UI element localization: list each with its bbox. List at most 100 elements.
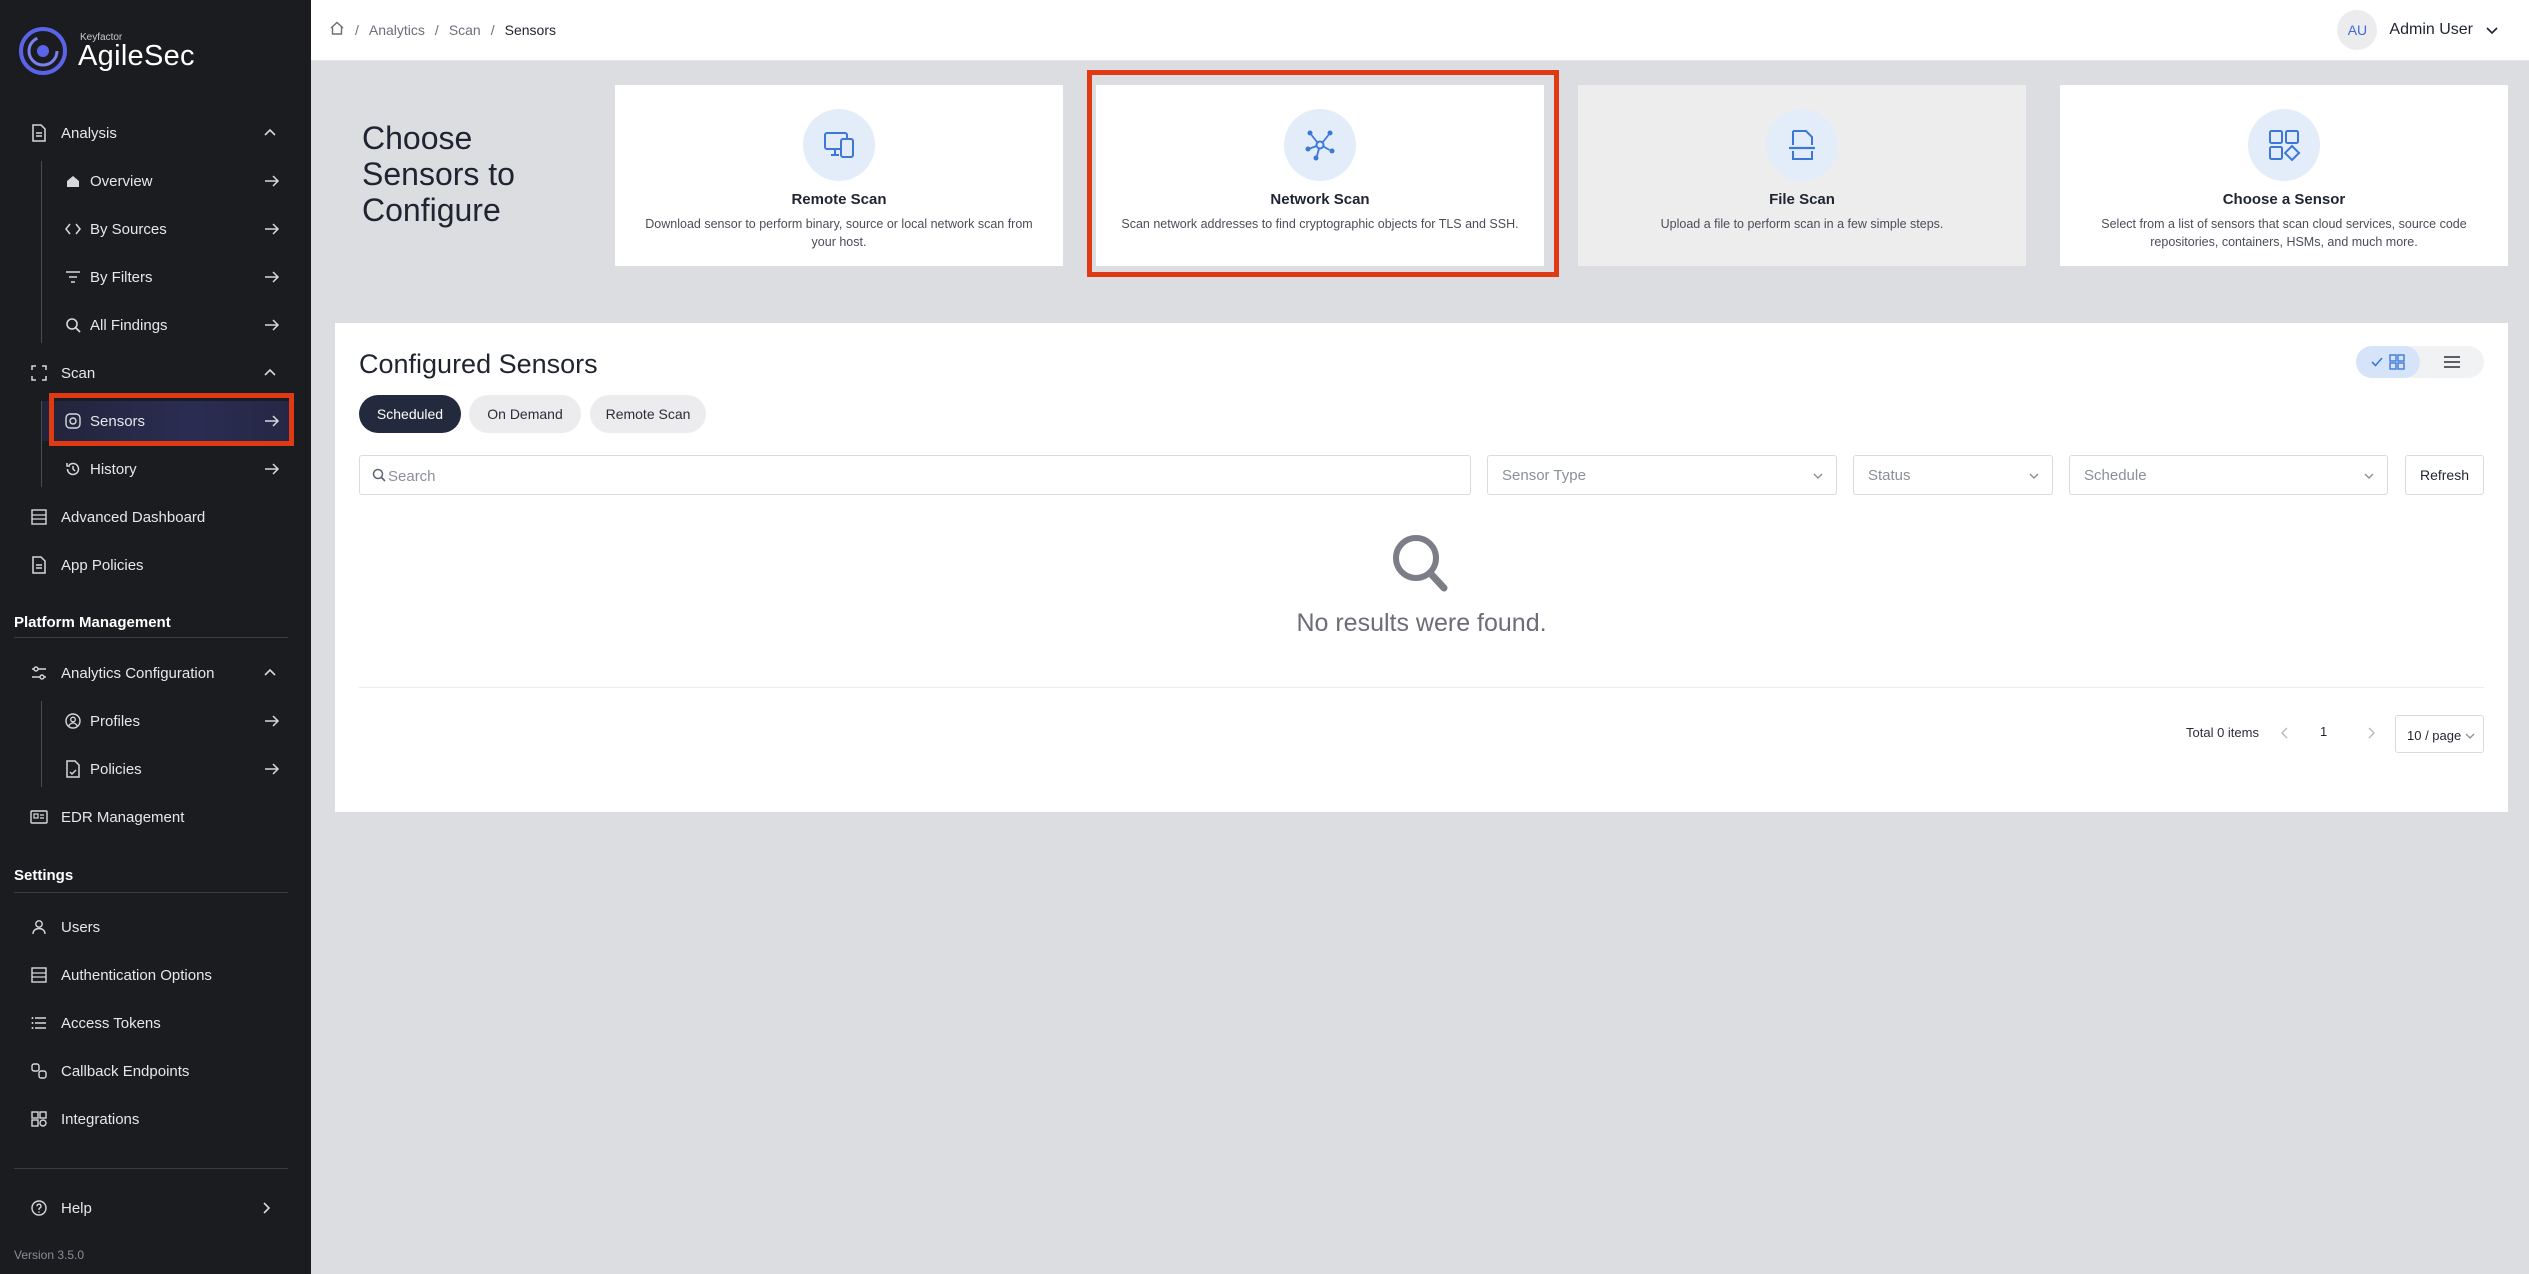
divider	[14, 637, 288, 638]
sidebar-item-label: Sensors	[90, 412, 146, 430]
refresh-button[interactable]: Refresh	[2405, 455, 2484, 495]
user-icon	[30, 918, 48, 936]
nav-integrations[interactable]: Integrations	[0, 1099, 311, 1139]
sensor-icon	[64, 412, 82, 430]
page-size-select[interactable]: 10 / page	[2395, 715, 2484, 753]
choose-sensor-icon	[2248, 109, 2320, 181]
search-field	[359, 455, 1471, 495]
breadcrumb-separator: /	[490, 21, 495, 38]
card-network-scan[interactable]: Network Scan Scan network addresses to f…	[1096, 85, 1544, 266]
card-remote-scan[interactable]: Remote Scan Download sensor to perform b…	[615, 85, 1063, 266]
pagination-total: Total 0 items	[2186, 725, 2259, 740]
status-select[interactable]: Status	[1853, 455, 2053, 495]
sidebar-item-by-sources[interactable]: By Sources	[0, 209, 311, 249]
home-icon[interactable]	[329, 20, 345, 39]
tab-scheduled[interactable]: Scheduled	[359, 395, 461, 433]
list-icon	[2444, 356, 2460, 368]
sensor-type-select[interactable]: Sensor Type	[1487, 455, 1837, 495]
section-title-configured-sensors: Configured Sensors	[359, 349, 598, 379]
sidebar-item-history[interactable]: History	[0, 449, 311, 489]
user-menu[interactable]: AU Admin User	[2337, 10, 2499, 50]
breadcrumb-sensors: Sensors	[504, 21, 556, 38]
sidebar-item-label: All Findings	[90, 316, 168, 334]
check-icon	[2371, 357, 2383, 367]
sidebar-item-policies[interactable]: Policies	[0, 749, 311, 789]
nav-users[interactable]: Users	[0, 907, 311, 947]
search-icon	[372, 468, 386, 482]
empty-state-message: No results were found.	[1296, 609, 1547, 637]
breadcrumb: / Analytics / Scan / Sensors	[329, 20, 556, 39]
nav-scan[interactable]: Scan	[0, 353, 311, 393]
policy-document-icon	[64, 760, 82, 778]
section-title-platform-management: Platform Management	[14, 614, 171, 631]
sidebar-item-sensors[interactable]: Sensors	[42, 401, 291, 441]
nav-callback-endpoints[interactable]: Callback Endpoints	[0, 1051, 311, 1091]
nav-authentication-options[interactable]: Authentication Options	[0, 955, 311, 995]
nav-analytics-configuration[interactable]: Analytics Configuration	[0, 653, 311, 693]
remote-scan-icon	[803, 109, 875, 181]
home-icon	[64, 172, 82, 190]
nav-analysis[interactable]: Analysis	[0, 113, 311, 153]
dashboard-icon	[30, 508, 48, 526]
nav-help-label: Help	[61, 1199, 92, 1217]
nav-edr-management-label: EDR Management	[61, 808, 185, 826]
breadcrumb-separator: /	[434, 21, 439, 38]
nav-help[interactable]: Help	[0, 1188, 311, 1228]
select-placeholder: Sensor Type	[1502, 467, 1586, 484]
pagination-prev-button[interactable]	[2275, 721, 2295, 745]
card-description: Scan network addresses to find cryptogra…	[1121, 217, 1519, 231]
card-title: Remote Scan	[791, 191, 887, 208]
chevron-down-icon	[2364, 473, 2374, 479]
card-title: File Scan	[1769, 191, 1835, 208]
nav-edr-management[interactable]: EDR Management	[0, 797, 311, 837]
file-scan-icon	[1766, 109, 1838, 181]
document-icon	[30, 556, 48, 574]
nav-advanced-dashboard[interactable]: Advanced Dashboard	[0, 497, 311, 537]
nav-analytics-configuration-label: Analytics Configuration	[61, 664, 215, 682]
top-bar: / Analytics / Scan / Sensors AU Admin Us…	[311, 0, 2529, 61]
sidebar-item-label: Policies	[90, 760, 142, 778]
nav-authentication-options-label: Authentication Options	[61, 966, 212, 984]
sidebar-item-overview[interactable]: Overview	[0, 161, 311, 201]
divider	[14, 1168, 288, 1169]
select-placeholder: Schedule	[2084, 467, 2147, 484]
nav-app-policies[interactable]: App Policies	[0, 545, 311, 585]
nav-advanced-dashboard-label: Advanced Dashboard	[61, 508, 206, 526]
link-icon	[30, 1062, 48, 1080]
chevron-up-icon	[264, 368, 276, 376]
chevron-up-icon	[264, 668, 276, 676]
pagination-next-button[interactable]	[2361, 721, 2381, 745]
sidebar: Keyfactor AgileSec Analysis Overview By …	[0, 0, 311, 1274]
card-description: Upload a file to perform scan in a few s…	[1660, 217, 1944, 231]
card-file-scan[interactable]: File Scan Upload a file to perform scan …	[1578, 85, 2026, 266]
card-choose-a-sensor[interactable]: Choose a Sensor Select from a list of se…	[2060, 85, 2508, 266]
sidebar-item-all-findings[interactable]: All Findings	[0, 305, 311, 345]
pagination-page[interactable]: 1	[2320, 724, 2327, 739]
section-title-settings: Settings	[14, 867, 74, 884]
schedule-select[interactable]: Schedule	[2069, 455, 2388, 495]
configured-sensors-panel: Configured Sensors Scheduled On Demand R…	[335, 323, 2508, 812]
sidebar-item-profiles[interactable]: Profiles	[0, 701, 311, 741]
arrow-right-icon	[265, 763, 280, 775]
agilesec-logo-icon	[19, 27, 67, 75]
sidebar-item-label: Overview	[90, 172, 153, 190]
list-view-button[interactable]	[2420, 346, 2484, 378]
breadcrumb-scan[interactable]: Scan	[449, 22, 481, 38]
search-input[interactable]	[388, 464, 1448, 488]
version-text: Version 3.5.0	[14, 1248, 85, 1262]
scan-frame-icon	[30, 364, 48, 382]
nav-access-tokens[interactable]: Access Tokens	[0, 1003, 311, 1043]
divider	[359, 687, 2484, 688]
page-title: Choose Sensors to Configure	[362, 120, 515, 228]
breadcrumb-analytics[interactable]: Analytics	[369, 22, 425, 38]
arrow-right-icon	[265, 715, 280, 727]
tab-remote-scan[interactable]: Remote Scan	[590, 395, 706, 433]
help-icon	[30, 1199, 48, 1217]
grid-view-button[interactable]	[2356, 346, 2420, 378]
view-toggle	[2356, 346, 2484, 378]
chevron-down-icon	[1813, 473, 1823, 479]
arrow-right-icon	[265, 271, 280, 283]
sidebar-item-by-filters[interactable]: By Filters	[0, 257, 311, 297]
tab-on-demand[interactable]: On Demand	[469, 395, 581, 433]
app-logo[interactable]: Keyfactor AgileSec	[18, 26, 298, 78]
